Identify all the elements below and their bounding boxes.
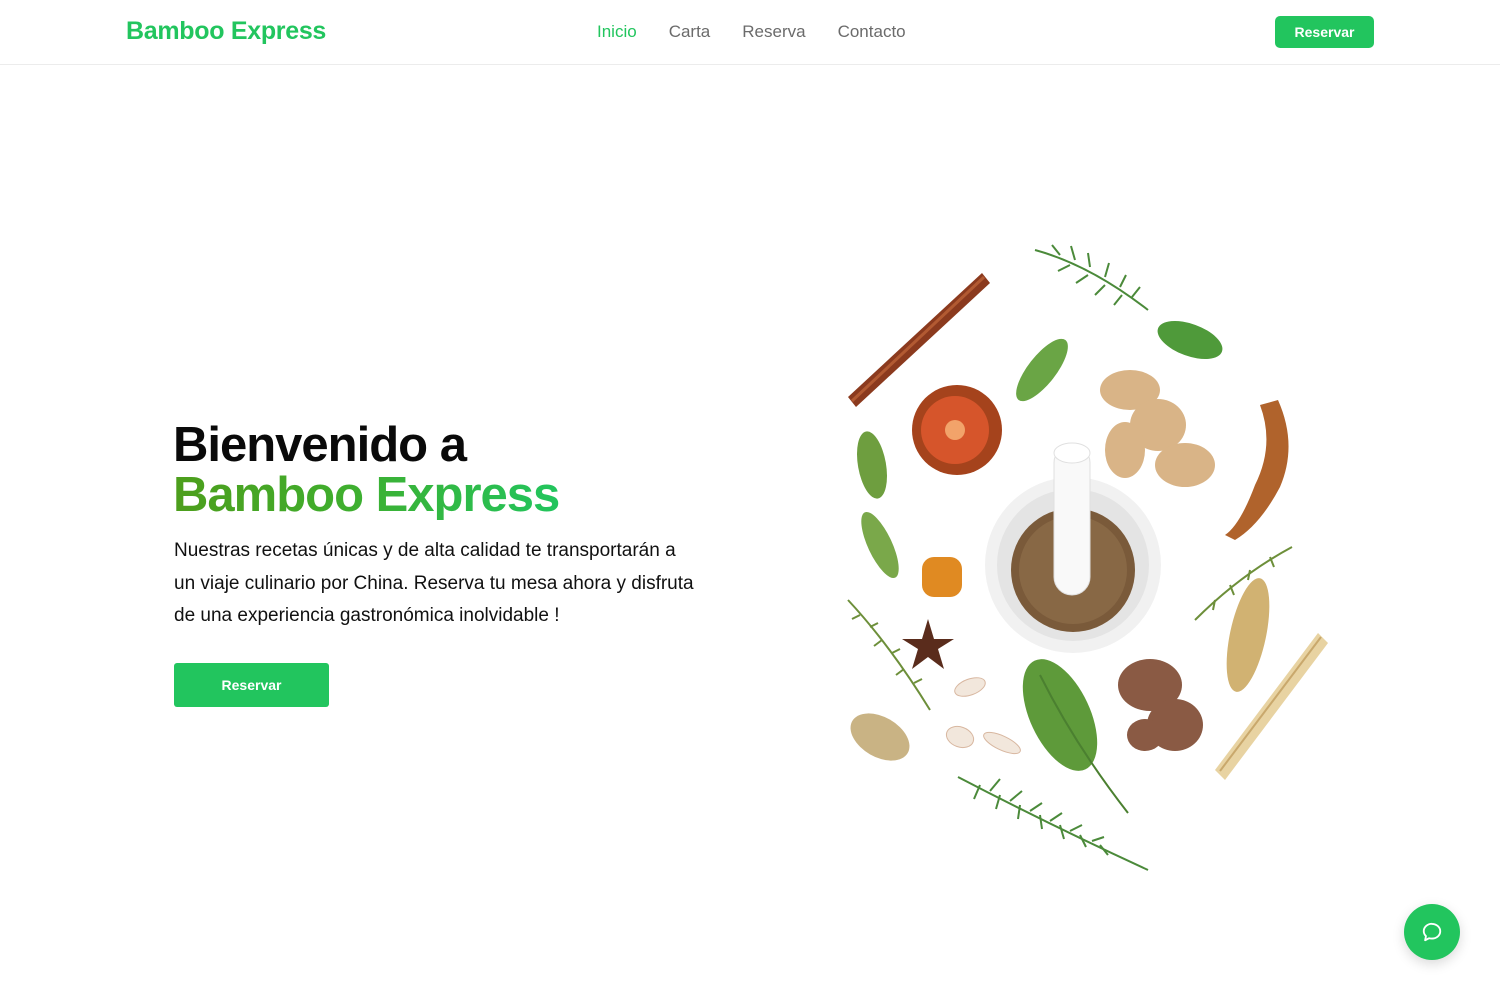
bay-leaf [850,713,910,761]
garlic-cloves [945,677,1021,755]
leaf [1157,320,1223,360]
ginger-root [1100,370,1215,487]
nav-link-inicio[interactable]: Inicio [597,22,637,42]
hero-title-line1: Bienvenido a [173,418,467,472]
main-nav: Inicio Carta Reserva Contacto [597,22,938,42]
dried-fruit [912,385,1002,475]
leaf [857,431,887,499]
hero-title: Bienvenido a Bamboo Express [173,418,560,522]
chat-button[interactable] [1404,904,1460,960]
turmeric-piece [922,557,962,597]
hero-title-brand: Bamboo Express [173,468,560,522]
rosemary-bottom [957,776,1149,871]
bay-leaf [1226,578,1270,692]
leaf [1016,338,1068,402]
nav-link-contacto[interactable]: Contacto [838,22,906,42]
star-anise [902,619,954,669]
turmeric-root [1225,400,1289,540]
galangal-root [1118,659,1203,751]
spices-illustration [830,225,1340,885]
hero-reserve-button[interactable]: Reservar [174,663,329,707]
leaf [861,511,899,579]
rosemary-top [1034,244,1149,311]
sage-leaf [1022,659,1129,814]
chat-bubble-icon [1422,922,1442,942]
header-reserve-button[interactable]: Reservar [1275,16,1374,48]
hero-description: Nuestras recetas únicas y de alta calida… [174,540,694,626]
top-navbar: Bamboo Express Inicio Carta Reserva Cont… [0,0,1500,65]
nav-link-reserva[interactable]: Reserva [742,22,805,42]
logo[interactable]: Bamboo Express [126,17,326,46]
nav-link-carta[interactable]: Carta [669,22,711,42]
